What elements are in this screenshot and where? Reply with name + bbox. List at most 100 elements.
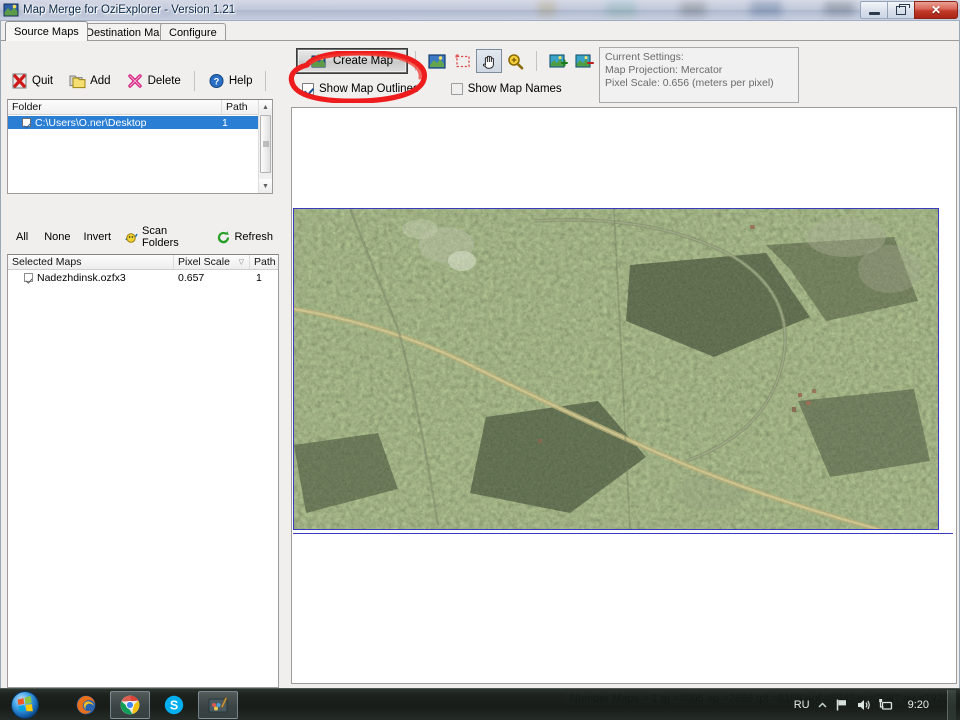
map-toolbar-separator xyxy=(536,51,537,71)
create-map-button[interactable]: Create Map xyxy=(297,49,407,73)
tab-source-maps[interactable]: Source Maps xyxy=(5,21,88,41)
left-toolbar: Quit Add Delete ? Help xyxy=(3,67,287,95)
map-row-path: 1 xyxy=(256,271,262,284)
select-none-label: None xyxy=(44,231,71,243)
desktop-background: Map Merge for OziExplorer - Version 1.21… xyxy=(0,0,960,720)
volume-speaker-icon[interactable] xyxy=(856,698,871,712)
show-map-outlines-label: Show Map Outlines xyxy=(319,83,419,95)
scan-folders-button[interactable]: Scan Folders xyxy=(118,225,209,249)
source-maps-left-panel: Quit Add Delete ? Help Folder Path C:\Us… xyxy=(3,43,287,709)
show-map-names-checkbox-box[interactable] xyxy=(450,83,463,95)
satellite-map-image[interactable] xyxy=(293,208,939,530)
window-title-text: Map Merge for OziExplorer - Version 1.21 xyxy=(23,4,236,16)
map-toolbar-separator xyxy=(415,51,416,71)
map-preview-canvas[interactable] xyxy=(291,107,957,684)
scroll-up-arrow-icon[interactable]: ▲ xyxy=(259,100,272,114)
tab-strip: Source Maps Destination Map Configure xyxy=(1,21,959,41)
refresh-button[interactable]: Refresh xyxy=(210,228,279,247)
zoom-out-map-icon[interactable] xyxy=(571,49,597,73)
folder-row-checkbox[interactable] xyxy=(22,118,31,127)
tab-configure[interactable]: Configure xyxy=(160,23,226,41)
svg-text:?: ? xyxy=(214,77,220,87)
folder-list-row[interactable]: C:\Users\O.ner\Desktop 1 xyxy=(8,116,258,129)
show-map-outlines-checkbox-box[interactable] xyxy=(302,83,314,95)
sort-indicator-icon: ▽ xyxy=(238,259,244,266)
minimize-button[interactable] xyxy=(860,1,888,19)
tab-source-maps-label: Source Maps xyxy=(14,25,79,38)
quit-button[interactable]: Quit xyxy=(3,68,61,94)
language-indicator[interactable]: RU xyxy=(794,699,810,711)
folder-list-scrollbar[interactable]: ▲ ▼ xyxy=(258,100,272,193)
select-rectangle-icon[interactable] xyxy=(450,49,476,73)
tab-configure-label: Configure xyxy=(169,26,217,39)
pixel-scale-header-text: Pixel Scale xyxy=(178,256,230,268)
folder-row-path-index: 1 xyxy=(222,116,228,129)
map-outline-blue-line xyxy=(293,533,953,534)
show-desktop-button[interactable] xyxy=(947,690,956,720)
close-button[interactable]: ✕ xyxy=(914,1,958,19)
system-tray: RU 9:20 xyxy=(794,689,960,720)
windows-start-orb[interactable] xyxy=(2,690,48,720)
selected-maps-list[interactable]: Selected Maps Pixel Scale ▽ Path Nadezhd… xyxy=(7,254,279,688)
firefox-taskbar-icon[interactable] xyxy=(66,691,106,719)
folder-list[interactable]: Folder Path C:\Users\O.ner\Desktop 1 ▲ ▼ xyxy=(7,99,273,194)
selected-maps-column-header[interactable]: Selected Maps xyxy=(8,255,174,269)
minimize-icon xyxy=(868,11,880,15)
network-icon[interactable] xyxy=(878,698,893,712)
pixel-scale-column-header[interactable]: Pixel Scale ▽ xyxy=(174,255,250,269)
window-title-bar[interactable]: Map Merge for OziExplorer - Version 1.21… xyxy=(0,0,960,21)
map-preview-panel: Create Map Show Map Outlines Show Map Na… xyxy=(289,43,959,686)
map-merge-window: Map Merge for OziExplorer - Version 1.21… xyxy=(0,0,960,709)
map-row-name: Nadezhdinsk.ozfx3 xyxy=(37,271,126,284)
add-folder-icon xyxy=(69,73,86,89)
map-row-pixel-scale: 0.657 xyxy=(178,271,205,284)
quit-label: Quit xyxy=(32,75,54,87)
delete-button[interactable]: Delete xyxy=(119,68,189,94)
selected-map-row[interactable]: Nadezhdinsk.ozfx3 0.657 1 xyxy=(8,271,278,284)
show-hidden-icons-chevron[interactable] xyxy=(817,700,828,711)
show-map-outlines-checkbox[interactable]: Show Map Outlines xyxy=(302,83,419,95)
tab-destination-map-label: Destination Map xyxy=(86,26,166,39)
add-button[interactable]: Add xyxy=(61,68,118,94)
show-image-icon[interactable] xyxy=(424,49,450,73)
pan-hand-icon[interactable] xyxy=(476,49,502,73)
delete-icon xyxy=(127,73,144,89)
scan-folders-icon xyxy=(124,230,139,245)
taskbar-clock[interactable]: 9:20 xyxy=(908,699,929,711)
windows-taskbar: S RU 9:20 xyxy=(0,688,960,720)
map-path-column-header[interactable]: Path xyxy=(250,255,278,269)
map-merge-app-icon xyxy=(3,2,19,18)
select-invert-button[interactable]: Invert xyxy=(78,228,118,247)
delete-label: Delete xyxy=(147,75,181,87)
restore-button[interactable] xyxy=(887,1,915,19)
zoom-magnifier-icon[interactable] xyxy=(502,49,528,73)
zoom-in-map-icon[interactable] xyxy=(545,49,571,73)
paint-taskbar-icon[interactable] xyxy=(198,690,238,719)
select-none-button[interactable]: None xyxy=(38,228,76,247)
show-map-names-checkbox[interactable]: Show Map Names xyxy=(450,83,562,95)
toolbar-separator xyxy=(265,71,267,91)
select-all-button[interactable]: All xyxy=(7,228,37,247)
folder-column-header[interactable]: Folder xyxy=(8,100,222,114)
current-settings-pixel-scale: Pixel Scale: 0.656 (meters per pixel) xyxy=(605,77,774,89)
quit-icon xyxy=(11,73,28,89)
chrome-taskbar-icon[interactable] xyxy=(110,690,150,719)
select-invert-label: Invert xyxy=(83,231,112,243)
selection-button-row: All None Invert Scan Folders Refresh xyxy=(7,225,279,249)
scroll-down-arrow-icon[interactable]: ▼ xyxy=(259,179,272,193)
skype-taskbar-icon[interactable]: S xyxy=(154,691,194,719)
path-column-header[interactable]: Path xyxy=(222,100,258,114)
window-controls: ✕ xyxy=(860,1,958,19)
current-settings-title: Current Settings: xyxy=(605,51,684,63)
action-flag-icon[interactable] xyxy=(835,698,849,712)
help-button[interactable]: ? Help xyxy=(200,68,261,94)
add-label: Add xyxy=(90,75,111,87)
map-row-checkbox[interactable] xyxy=(24,273,33,282)
selected-maps-header: Selected Maps Pixel Scale ▽ Path xyxy=(8,255,278,270)
restore-icon xyxy=(896,3,910,15)
scrollbar-thumb[interactable] xyxy=(260,115,271,173)
satellite-map-svg xyxy=(294,209,938,529)
current-settings-projection: Map Projection: Mercator xyxy=(605,64,723,76)
show-map-names-label: Show Map Names xyxy=(467,83,562,95)
svg-text:S: S xyxy=(170,698,178,712)
